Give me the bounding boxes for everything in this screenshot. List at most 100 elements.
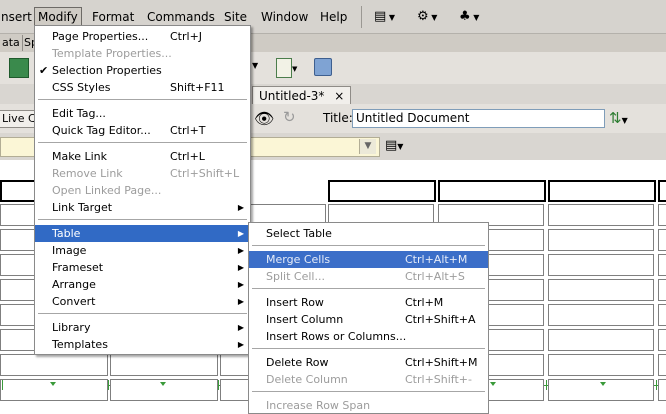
close-icon[interactable]: ×	[334, 89, 344, 103]
menu-separator	[38, 142, 247, 143]
preview-eye-icon[interactable]: 👁	[254, 109, 274, 128]
menu-separator	[38, 313, 247, 314]
menu-item-merge-cells[interactable]: Merge Cells Ctrl+Alt+M	[249, 251, 488, 268]
table-cell[interactable]	[548, 329, 654, 351]
menu-site[interactable]: Site	[221, 8, 250, 26]
tab-data[interactable]: ata	[0, 35, 23, 51]
table-cell[interactable]	[328, 180, 436, 202]
submenu-arrow-icon: ▶	[237, 323, 244, 332]
menu-separator	[252, 288, 485, 289]
menu-item-selection-properties[interactable]: ✔ Selection Properties	[35, 62, 250, 79]
ruler-tick	[160, 382, 166, 386]
menu-item-delete-column[interactable]: Delete Column Ctrl+Shift+-	[249, 371, 488, 388]
menu-help[interactable]: Help	[317, 8, 350, 26]
menu-separator	[38, 219, 247, 220]
table-cell[interactable]	[0, 354, 108, 376]
submenu-arrow-icon: ▶	[237, 203, 244, 212]
ruler-tick	[600, 382, 606, 386]
gear-icon[interactable]: ⚙ ▼	[417, 8, 437, 26]
chevron-down-icon[interactable]: ▼	[359, 139, 376, 154]
menu-separator	[252, 245, 485, 246]
menu-item-frameset[interactable]: Frameset ▶	[35, 259, 250, 276]
table-cell[interactable]	[548, 229, 654, 251]
menu-item-make-link[interactable]: Make Link Ctrl+L	[35, 148, 250, 165]
chevron-down-icon[interactable]: ▼	[252, 61, 258, 70]
menu-item-insert-rows-or-columns[interactable]: Insert Rows or Columns...	[249, 328, 488, 345]
table-cell[interactable]	[548, 254, 654, 276]
menu-item-page-properties[interactable]: Page Properties... Ctrl+J	[35, 28, 250, 45]
ruler-tick	[490, 382, 496, 386]
menu-item-edit-tag[interactable]: Edit Tag...	[35, 105, 250, 122]
menu-modify[interactable]: Modify	[34, 7, 82, 27]
menu-item-image[interactable]: Image ▶	[35, 242, 250, 259]
table-submenu: Select Table Merge Cells Ctrl+Alt+M Split…	[248, 222, 489, 414]
submenu-arrow-icon: ▶	[237, 229, 244, 238]
menu-item-remove-link[interactable]: Remove Link Ctrl+Shift+L	[35, 165, 250, 182]
menu-item-css-styles[interactable]: CSS Styles Shift+F11	[35, 79, 250, 96]
check-icon: ✔	[39, 64, 49, 77]
table-cell[interactable]	[548, 304, 654, 326]
ruler-divider	[2, 380, 3, 390]
table-cell[interactable]	[438, 180, 546, 202]
table-cell[interactable]	[658, 254, 666, 276]
title-label: Title:	[323, 111, 353, 125]
refresh-icon[interactable]: ↻	[283, 108, 296, 126]
table-cell[interactable]	[658, 304, 666, 326]
menu-item-arrange[interactable]: Arrange ▶	[35, 276, 250, 293]
table-cell[interactable]	[658, 354, 666, 376]
title-input[interactable]: Untitled Document	[352, 109, 605, 128]
menu-item-template-properties[interactable]: Template Properties...	[35, 45, 250, 62]
table-cell[interactable]	[548, 180, 656, 202]
menu-separator	[252, 391, 485, 392]
menu-separator	[252, 348, 485, 349]
menu-item-split-cell[interactable]: Split Cell... Ctrl+Alt+S	[249, 268, 488, 285]
table-cell[interactable]	[110, 354, 218, 376]
menu-window[interactable]: Window	[258, 8, 311, 26]
menu-item-quick-tag-editor[interactable]: Quick Tag Editor... Ctrl+T	[35, 122, 250, 139]
menu-insert[interactable]: nsert	[0, 8, 35, 26]
table-cell[interactable]	[548, 279, 654, 301]
library-icon[interactable]	[314, 58, 332, 76]
menu-item-insert-row[interactable]: Insert Row Ctrl+M	[249, 294, 488, 311]
submenu-arrow-icon: ▶	[237, 280, 244, 289]
menu-separator	[38, 99, 247, 100]
tab-label: Untitled-3*	[259, 89, 325, 103]
menu-item-insert-column[interactable]: Insert Column Ctrl+Shift+A	[249, 311, 488, 328]
ruler-divider	[656, 380, 657, 390]
layout-icon[interactable]: ▤ ▼	[374, 8, 395, 26]
table-cell[interactable]	[658, 279, 666, 301]
submenu-arrow-icon: ▶	[237, 340, 244, 349]
ruler-divider	[108, 380, 109, 390]
submenu-arrow-icon: ▶	[237, 297, 244, 306]
chevron-down-icon[interactable]: ▼	[292, 65, 297, 73]
file-management-icon[interactable]: ⇅▼	[609, 109, 628, 127]
site-map-icon[interactable]: ♣ ▼	[459, 8, 479, 26]
table-cell[interactable]	[548, 354, 654, 376]
image-icon[interactable]	[9, 58, 29, 78]
browse-list-icon[interactable]: ▤▼	[385, 138, 403, 153]
table-cell[interactable]	[658, 379, 666, 401]
menu-format[interactable]: Format	[89, 8, 137, 26]
tab-untitled-3[interactable]: Untitled-3* ×	[252, 86, 352, 105]
menu-item-delete-row[interactable]: Delete Row Ctrl+Shift+M	[249, 354, 488, 371]
template-icon[interactable]	[276, 58, 292, 78]
menu-item-open-linked-page[interactable]: Open Linked Page...	[35, 182, 250, 199]
table-cell[interactable]	[548, 204, 654, 226]
table-cell[interactable]	[658, 204, 666, 226]
menu-item-templates[interactable]: Templates ▶	[35, 336, 250, 353]
submenu-arrow-icon: ▶	[237, 246, 244, 255]
ruler-divider	[218, 380, 219, 390]
table-cell[interactable]	[658, 329, 666, 351]
ruler-divider	[546, 380, 547, 390]
table-cell[interactable]	[658, 229, 666, 251]
ruler-tick	[50, 382, 56, 386]
menu-item-convert[interactable]: Convert ▶	[35, 293, 250, 310]
menu-item-library[interactable]: Library ▶	[35, 319, 250, 336]
submenu-arrow-icon: ▶	[237, 263, 244, 272]
menu-item-table[interactable]: Table ▶	[35, 225, 250, 242]
menu-item-select-table[interactable]: Select Table	[249, 225, 488, 242]
table-cell[interactable]	[658, 180, 666, 202]
menu-item-link-target[interactable]: Link Target ▶	[35, 199, 250, 216]
modify-menu: Page Properties... Ctrl+J Template Proper…	[34, 25, 251, 355]
menu-commands[interactable]: Commands	[144, 8, 218, 26]
